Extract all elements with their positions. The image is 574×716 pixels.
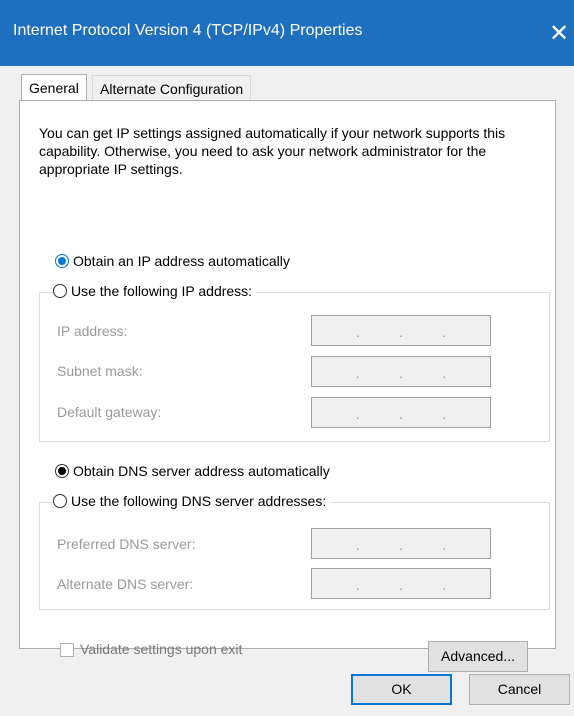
description-text: You can get IP settings assigned automat… (39, 125, 506, 177)
validate-checkbox[interactable] (60, 643, 74, 657)
tab-alternate-configuration[interactable]: Alternate Configuration (92, 75, 252, 101)
subnet-mask-label: Subnet mask: (57, 363, 143, 379)
default-gateway-label: Default gateway: (57, 404, 162, 420)
alternate-dns-field[interactable]: ... (311, 568, 491, 599)
validate-checkbox-label: Validate settings upon exit (80, 641, 243, 657)
radio-button[interactable] (53, 284, 67, 298)
alternate-dns-label: Alternate DNS server: (57, 576, 194, 592)
subnet-mask-field[interactable]: ... (311, 356, 491, 387)
radio-ip-manual[interactable]: Use the following IP address: (53, 283, 257, 299)
ip-address-field[interactable]: ... (311, 315, 491, 346)
dialog-body: General Alternate Configuration You can … (0, 66, 574, 716)
radio-ip-automatic[interactable]: Obtain an IP address automatically (55, 253, 290, 269)
preferred-dns-label: Preferred DNS server: (57, 536, 196, 552)
radio-button[interactable] (55, 254, 69, 268)
radio-ip-manual-label: Use the following IP address: (71, 283, 253, 299)
preferred-dns-field[interactable]: ... (311, 528, 491, 559)
radio-dns-automatic-label: Obtain DNS server address automatically (73, 463, 330, 479)
title-bar: Internet Protocol Version 4 (TCP/IPv4) P… (0, 0, 574, 66)
cancel-button[interactable]: Cancel (469, 674, 570, 705)
close-icon[interactable]: ✕ (544, 14, 574, 54)
tab-panel-general: You can get IP settings assigned automat… (19, 100, 556, 672)
window-title: Internet Protocol Version 4 (TCP/IPv4) P… (13, 22, 363, 39)
ip-address-label: IP address: (57, 323, 128, 339)
radio-dns-manual[interactable]: Use the following DNS server addresses: (53, 493, 331, 509)
ok-button[interactable]: OK (351, 674, 452, 705)
tab-general[interactable]: General (21, 74, 87, 100)
default-gateway-field[interactable]: ... (311, 397, 491, 428)
radio-ip-automatic-label: Obtain an IP address automatically (73, 253, 290, 269)
radio-button[interactable] (55, 464, 69, 478)
radio-dns-automatic[interactable]: Obtain DNS server address automatically (55, 463, 330, 479)
advanced-button[interactable]: Advanced... (428, 641, 528, 672)
radio-button[interactable] (53, 494, 67, 508)
radio-dns-manual-label: Use the following DNS server addresses: (71, 493, 327, 509)
